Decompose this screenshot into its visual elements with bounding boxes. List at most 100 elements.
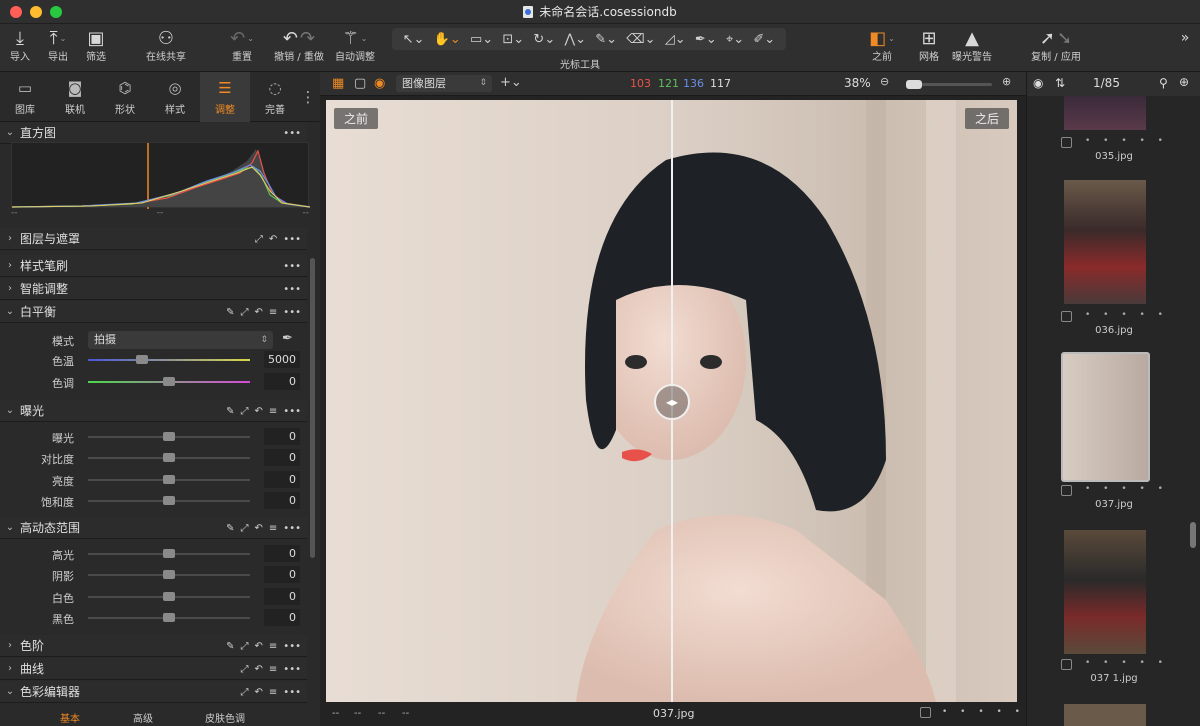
thumbnail-037-1[interactable] [1064,530,1146,654]
more-icon[interactable]: ••• [283,406,301,417]
slider-knob[interactable] [163,496,175,505]
saturation-slider[interactable] [88,496,250,505]
eyedropper-icon[interactable]: ✒ [282,331,293,346]
zoom-icon[interactable]: ⊕ [1179,75,1189,89]
section-smart-adjust[interactable]: › 智能调整 ••• [0,278,307,300]
select-tool-icon[interactable]: ↖⌄ [403,32,425,47]
expand-icon[interactable]: ⤢ [241,523,249,534]
reset-icon[interactable]: ↶ [255,406,263,417]
highlights-slider[interactable] [88,549,250,558]
eye-view-icon[interactable]: ◉ [374,76,385,91]
thumbnail-037-selected[interactable] [1061,352,1150,482]
reset-icon[interactable]: ↶ [255,641,263,652]
thumb-rating[interactable]: • • • • • [1085,484,1195,494]
split-handle[interactable]: ◂▸ [654,384,690,420]
import-button[interactable]: ⤓ 导入 [6,24,34,72]
thumb-checkbox[interactable] [1061,485,1072,496]
thumbnail-next[interactable] [1064,704,1146,726]
section-histogram[interactable]: ⌄ 直方图 ••• [0,122,307,144]
section-white-balance[interactable]: ⌄ 白平衡 ✎ ⤢ ↶ ≡ ••• [0,301,307,323]
slider-knob[interactable] [163,377,175,386]
contrast-slider[interactable] [88,453,250,462]
picker-icon[interactable]: ✎ [226,641,234,652]
thumb-rating[interactable]: • • • • • [1085,136,1195,146]
rectangle-tool-icon[interactable]: ▭⌄ [470,32,493,47]
add-layer-icon[interactable]: +⌄ [500,75,522,90]
exposure-slider[interactable] [88,432,250,441]
more-icon[interactable]: ••• [283,641,301,652]
tab-styles[interactable]: ◎ 样式 [150,72,200,122]
eraser-tool-icon[interactable]: ⌫⌄ [626,32,655,47]
reset-icon[interactable]: ↶ [255,307,263,318]
slider-knob[interactable] [163,432,175,441]
slider-knob[interactable] [163,453,175,462]
select-checkbox[interactable] [920,707,931,718]
section-hdr[interactable]: ⌄ 高动态范围 ✎ ⤢ ↶ ≡ ••• [0,517,307,539]
picker-icon[interactable]: ✎ [226,307,234,318]
auto-adjust-button[interactable]: ⚚ ⌄ 自动调整 [332,24,378,72]
annotate-tool-icon[interactable]: ✐⌄ [753,32,775,47]
temperature-value[interactable]: 5000 [264,351,300,368]
picker-tool-icon[interactable]: ⌖⌄ [726,32,744,47]
pan-tool-icon[interactable]: ✋⌄ [434,32,461,47]
brightness-slider[interactable] [88,475,250,484]
slider-knob[interactable] [163,570,175,579]
tint-value[interactable]: 0 [264,373,300,390]
layer-select[interactable]: 图像图层 ⇕ [396,75,492,92]
zoom-slider-knob[interactable] [906,80,922,89]
list-icon[interactable]: ≡ [269,406,277,417]
sort-icon[interactable]: ⇅ [1055,76,1065,90]
slider-knob[interactable] [163,475,175,484]
list-icon[interactable]: ≡ [269,523,277,534]
multi-view-icon[interactable]: ▦ [332,76,344,91]
thumbnail-036[interactable] [1064,180,1146,304]
wb-mode-select[interactable]: 拍摄 ⇕ [88,331,273,349]
tab-shape[interactable]: ⌬ 形状 [100,72,150,122]
slider-knob[interactable] [163,613,175,622]
thumb-checkbox[interactable] [1061,311,1072,322]
share-online-button[interactable]: ⚇ 在线共享 [140,24,192,72]
section-color-editor[interactable]: ⌄ 色彩编辑器 ⤢ ↶ ≡ ••• [0,681,307,703]
copy-apply-button[interactable]: ➚ ➘ 复制 / 应用 [1028,24,1084,72]
list-icon[interactable]: ≡ [269,687,277,698]
reset-icon[interactable]: ↶ [255,687,263,698]
rotate-tool-icon[interactable]: ↻⌄ [533,32,555,47]
search-icon[interactable]: ⚲ [1159,76,1168,90]
single-view-icon[interactable]: ▢ [354,76,366,91]
section-curves[interactable]: › 曲线 ⤢ ↶ ≡ ••• [0,658,307,680]
saturation-value[interactable]: 0 [264,492,300,509]
more-icon[interactable]: ••• [283,128,301,139]
more-icon[interactable]: ••• [283,687,301,698]
gradient-tool-icon[interactable]: ◿⌄ [665,32,686,47]
filter-button[interactable]: ▣ 筛选 [82,24,110,72]
tab-adjust[interactable]: ☰ 调整 [200,72,250,122]
tabs-more-button[interactable]: ⋮ [298,72,318,122]
expand-icon[interactable]: ⤢ [255,234,263,245]
highlights-value[interactable]: 0 [264,545,300,562]
zoom-in-icon[interactable]: ⊕ [1002,75,1011,88]
section-layers[interactable]: › 图层与遮罩 ⤢ ↶ ••• [0,228,307,250]
export-button[interactable]: ⤒ ⌄ 导出 [38,24,78,72]
thumb-checkbox[interactable] [1061,659,1072,670]
more-icon[interactable]: ••• [283,664,301,675]
blacks-value[interactable]: 0 [264,609,300,626]
section-exposure[interactable]: ⌄ 曝光 ✎ ⤢ ↶ ≡ ••• [0,400,307,422]
picker-icon[interactable]: ✎ [226,523,234,534]
list-icon[interactable]: ≡ [269,664,277,675]
reset-button[interactable]: ↶ ⌄ 重置 [222,24,262,72]
before-toggle-button[interactable]: ◧ ⌄ 之前 [862,24,902,72]
tab-library[interactable]: ▭ 图库 [0,72,50,122]
left-scrollbar[interactable] [310,258,315,558]
zoom-slider[interactable] [906,80,992,89]
slider-knob[interactable] [136,355,148,364]
reset-icon[interactable]: ↶ [269,234,277,245]
contrast-value[interactable]: 0 [264,449,300,466]
crop-tool-icon[interactable]: ⊡⌄ [502,32,524,47]
shadows-value[interactable]: 0 [264,566,300,583]
exposure-value[interactable]: 0 [264,428,300,445]
expand-icon[interactable]: ⤢ [241,406,249,417]
slider-knob[interactable] [163,549,175,558]
zoom-out-icon[interactable]: ⊖ [880,75,889,88]
tab-basic[interactable]: 基本 [60,710,80,725]
slider-knob[interactable] [163,592,175,601]
